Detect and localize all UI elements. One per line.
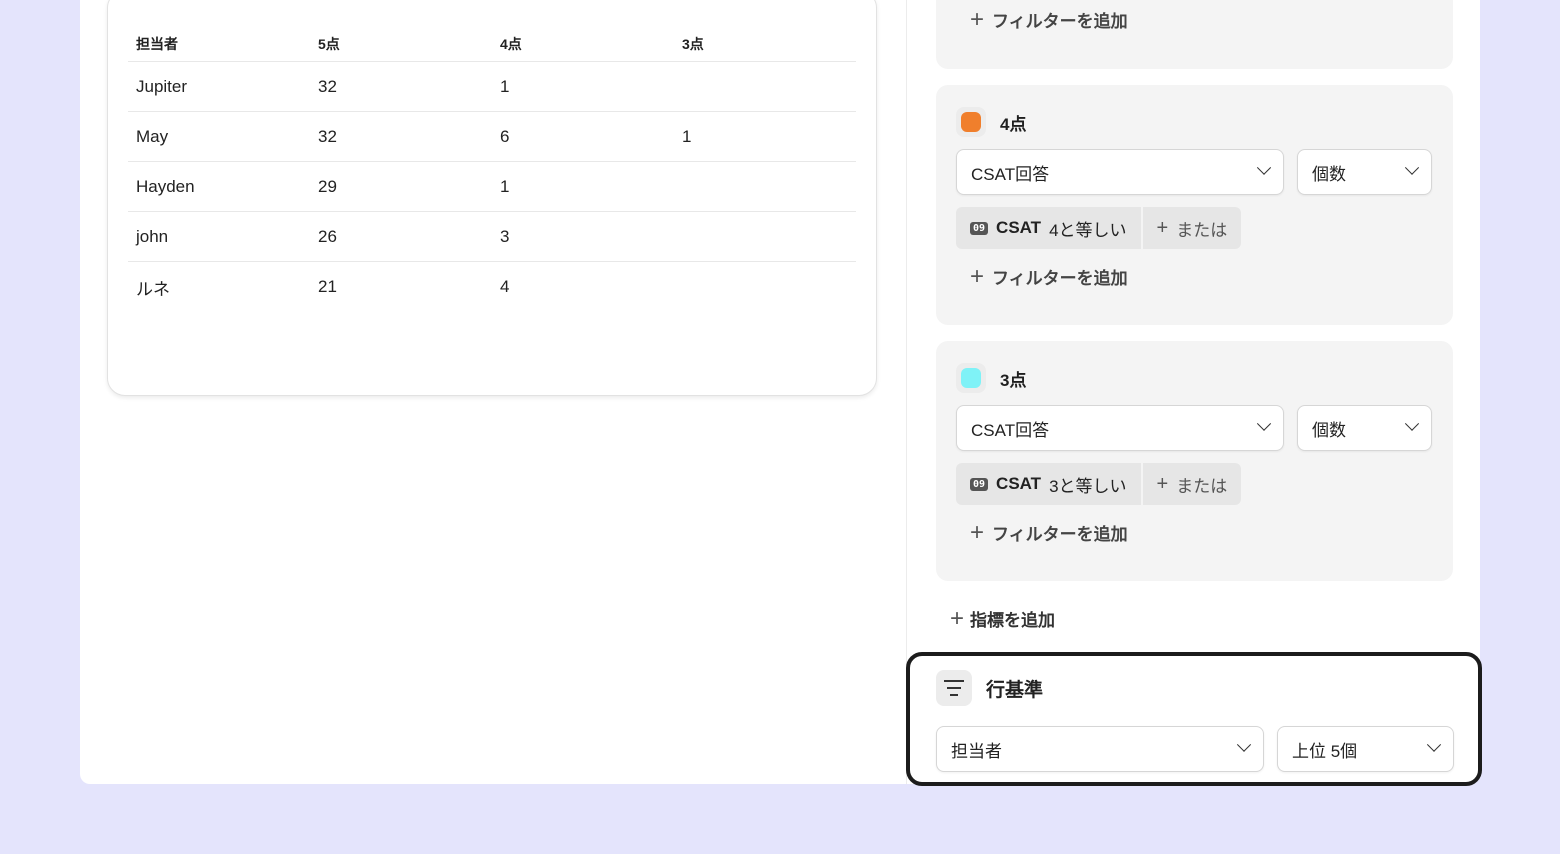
metric-header: 3点 [956,363,1026,393]
table-row: john 26 3 [128,212,856,262]
number-field-icon: 09 [970,221,989,235]
table-cell: 3 [500,226,510,246]
table-cell: 1 [500,76,510,96]
chevron-down-icon [1426,737,1442,752]
filter-chip-condition: 3と等しい [1049,476,1127,496]
rows-section-title: 行基準 [986,679,1044,701]
add-filter-label: フィルターを追加 [992,269,1128,288]
table-cell: john [136,226,169,246]
add-filter-label: フィルターを追加 [992,525,1128,544]
app-window: 担当者 5点 4点 3点 Jupiter 32 1 May 32 6 1 Hay… [80,0,1482,786]
column-header[interactable]: 4点 [492,34,674,54]
table-cell: 29 [318,176,337,196]
table-cell: 32 [318,76,337,96]
table-header-row: 担当者 5点 4点 3点 [128,24,856,62]
filter-chip-row: 09 CSAT 3と等しい + または [956,463,1242,505]
table-cell: 26 [318,226,337,246]
color-swatch[interactable] [956,363,986,393]
filter-chip[interactable]: 09 CSAT 4と等しい [956,207,1141,249]
add-metric-label: 指標を追加 [970,611,1056,630]
chevron-down-icon [1236,737,1252,752]
filter-chip-field: CSAT [996,218,1042,237]
table-cell: Hayden [136,176,195,196]
filter-chip-field: CSAT [996,474,1042,493]
metric-label[interactable]: 4点 [1000,110,1026,135]
table-cell: 4 [500,277,510,296]
add-filter-label: フィルターを追加 [992,12,1128,31]
filter-chip[interactable]: 09 CSAT 3と等しい [956,463,1141,505]
table-row: Jupiter 32 1 [128,62,856,112]
plus-icon: + [970,262,985,290]
chevron-down-icon [1256,160,1272,175]
field-select[interactable]: CSAT回答 [956,405,1284,451]
plus-icon: + [1156,473,1169,495]
add-filter-button[interactable]: + フィルターを追加 [970,264,1128,289]
chevron-down-icon [1256,416,1272,431]
table-cell: Jupiter [136,76,188,96]
plus-icon: + [970,5,985,33]
metric-panel-5: + フィルターを追加 [936,0,1453,69]
column-header[interactable]: 3点 [674,34,856,54]
or-button[interactable]: + または [1142,463,1242,505]
add-metric-button[interactable]: + 指標を追加 [950,606,1055,631]
plus-icon: + [1156,217,1169,239]
metric-header: 4点 [956,107,1026,137]
table-row: Hayden 29 1 [128,162,856,212]
table-cell: 6 [500,126,510,146]
plus-icon: + [970,518,985,546]
table-cell: 21 [318,277,337,296]
aggregation-select-value: 個数 [1312,420,1346,440]
or-label: または [1176,220,1228,240]
metric-panel-3: 3点 CSAT回答 個数 09 CSAT 3と等しい + または + フィルター… [936,341,1453,581]
filter-chip-row: 09 CSAT 4と等しい + または [956,207,1242,249]
column-header[interactable]: 担当者 [128,34,310,54]
table-card: 担当者 5点 4点 3点 Jupiter 32 1 May 32 6 1 Hay… [107,0,877,396]
add-filter-button[interactable]: + フィルターを追加 [970,7,1128,32]
chevron-down-icon [1404,160,1420,175]
row-limit-select[interactable]: 上位 5個 [1277,726,1454,772]
number-field-icon: 09 [970,477,989,491]
rows-section: 行基準 担当者 上位 5個 [906,652,1482,786]
field-select-value: CSAT回答 [971,420,1050,440]
table-cell: 1 [682,126,692,146]
metric-label[interactable]: 3点 [1000,366,1026,391]
plus-icon: + [950,604,965,632]
or-button[interactable]: + または [1142,207,1242,249]
filter-chip-condition: 4と等しい [1049,220,1127,240]
add-filter-button[interactable]: + フィルターを追加 [970,520,1128,545]
metric-panel-4: 4点 CSAT回答 個数 09 CSAT 4と等しい + または + フィルター… [936,85,1453,325]
aggregation-select[interactable]: 個数 [1297,405,1432,451]
table-row: ルネ 21 4 [128,262,856,312]
color-swatch[interactable] [956,107,986,137]
row-dimension-value: 担当者 [951,741,1002,761]
data-table: 担当者 5点 4点 3点 Jupiter 32 1 May 32 6 1 Hay… [128,24,856,312]
row-limit-value: 上位 5個 [1292,741,1358,761]
column-header[interactable]: 5点 [310,34,492,54]
filter-lines-icon [936,670,972,706]
or-label: または [1176,476,1228,496]
aggregation-select[interactable]: 個数 [1297,149,1432,195]
table-row: May 32 6 1 [128,112,856,162]
table-cell: 1 [500,176,510,196]
table-cell: 32 [318,126,337,146]
chevron-down-icon [1404,416,1420,431]
rows-section-header: 行基準 [936,670,1043,706]
field-select[interactable]: CSAT回答 [956,149,1284,195]
row-dimension-select[interactable]: 担当者 [936,726,1264,772]
table-cell: ルネ [136,279,170,299]
aggregation-select-value: 個数 [1312,164,1346,184]
field-select-value: CSAT回答 [971,164,1050,184]
table-cell: May [136,126,169,146]
